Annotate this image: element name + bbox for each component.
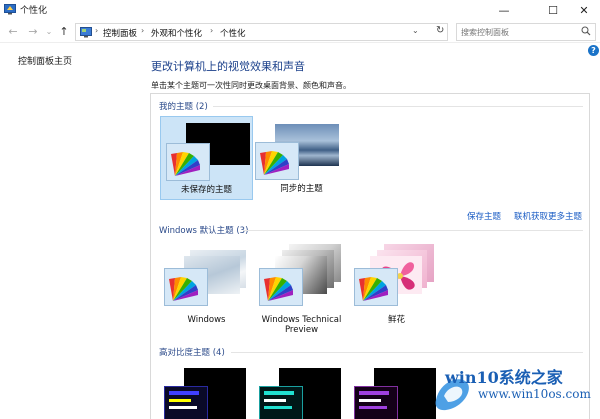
- color-fan-icon: [359, 277, 388, 301]
- watermark-url: www.win10os.com: [478, 387, 591, 401]
- back-button[interactable]: ←: [6, 24, 20, 40]
- theme-tile-high-contrast-3[interactable]: [350, 364, 443, 419]
- help-icon[interactable]: ?: [588, 45, 599, 56]
- page-subtitle: 单击某个主题可一次性同时更改桌面背景、颜色和声音。: [151, 81, 351, 90]
- theme-tile-windows[interactable]: Windows: [160, 242, 253, 332]
- preview-bar: [264, 399, 286, 402]
- color-palette-icon: [259, 268, 303, 306]
- address-dropdown-icon[interactable]: ⌄: [412, 26, 419, 35]
- my-themes-count: (2): [195, 102, 208, 112]
- back-arrow-icon: ←: [8, 25, 18, 38]
- theme-label: 未保存的主题: [180, 185, 232, 195]
- theme-label: 同步的主题: [280, 184, 323, 194]
- preview-bar: [264, 391, 294, 395]
- breadcrumb-control-panel[interactable]: 控制面板: [103, 27, 137, 39]
- close-button[interactable]: ✕: [568, 0, 600, 20]
- search-box[interactable]: [456, 23, 596, 41]
- color-fan-icon: [264, 277, 293, 301]
- section-divider: [243, 230, 583, 231]
- color-palette-icon: [354, 268, 398, 306]
- color-palette-icon: [255, 142, 299, 180]
- address-bar: ← → ⌄ ↑ › 控制面板 › 外观和个性化 › 个性化 ⌄ ↻: [0, 21, 600, 43]
- color-palette-icon: [164, 268, 208, 306]
- control-panel-icon: [80, 27, 92, 38]
- color-fan-icon: [260, 151, 289, 175]
- color-fan-icon: [171, 152, 200, 176]
- preview-bar: [359, 406, 387, 409]
- forward-button[interactable]: →: [26, 24, 40, 40]
- maximize-icon: ☐: [548, 3, 558, 17]
- close-icon: ✕: [579, 3, 589, 17]
- title-bar: 个性化 — ☐ ✕: [0, 0, 600, 20]
- theme-tile-high-contrast-2[interactable]: [255, 364, 348, 419]
- my-themes-heading: 我的主题 (2): [159, 100, 208, 112]
- personalization-app-icon: [4, 4, 16, 15]
- breadcrumb-personalization[interactable]: 个性化: [220, 27, 246, 39]
- minimize-button[interactable]: —: [488, 0, 520, 20]
- recent-locations-button[interactable]: ⌄: [42, 24, 56, 40]
- theme-label-line1: Windows Technical: [261, 315, 342, 325]
- color-palette-icon: [166, 143, 210, 181]
- default-themes-heading: Windows 默认主题 (3): [159, 224, 248, 236]
- maximize-button[interactable]: ☐: [537, 0, 569, 20]
- preview-bar: [359, 391, 389, 395]
- preview-bar: [169, 406, 197, 409]
- get-more-themes-link[interactable]: 联机获取更多主题: [514, 210, 582, 222]
- breadcrumb-separator: ›: [141, 26, 145, 35]
- theme-tile-flowers[interactable]: 鲜花: [350, 242, 443, 332]
- section-divider: [231, 352, 583, 353]
- high-contrast-label: 高对比度主题: [159, 348, 211, 358]
- default-themes-label: Windows 默认主题: [159, 226, 234, 236]
- up-arrow-icon: ↑: [59, 25, 69, 38]
- section-divider: [213, 106, 583, 107]
- theme-tile-high-contrast-1[interactable]: [160, 364, 253, 419]
- preview-bar: [359, 399, 381, 402]
- theme-tile-technical-preview[interactable]: Windows Technical Preview: [255, 242, 348, 336]
- window-title: 个性化: [20, 6, 48, 16]
- color-fan-icon: [169, 277, 198, 301]
- theme-tile-synced[interactable]: 同步的主题: [255, 116, 348, 200]
- save-theme-link[interactable]: 保存主题: [467, 210, 501, 222]
- preview-bar: [264, 406, 292, 409]
- preview-bar: [169, 391, 199, 395]
- page-title: 更改计算机上的视觉效果和声音: [151, 60, 305, 73]
- search-input[interactable]: [461, 26, 579, 38]
- control-panel-home-link[interactable]: 控制面板主页: [18, 54, 72, 67]
- high-contrast-preview: [259, 386, 303, 419]
- theme-tile-unsaved[interactable]: 未保存的主题: [160, 116, 253, 200]
- high-contrast-count: (4): [212, 348, 225, 358]
- watermark-title: win10系统之家: [445, 368, 563, 387]
- minimize-icon: —: [498, 3, 510, 17]
- search-icon: [581, 26, 591, 36]
- forward-arrow-icon: →: [28, 25, 38, 38]
- high-contrast-preview: [354, 386, 398, 419]
- theme-label-line2: Preview: [284, 325, 319, 335]
- high-contrast-heading: 高对比度主题 (4): [159, 346, 225, 358]
- address-field[interactable]: › 控制面板 › 外观和个性化 › 个性化: [75, 23, 448, 41]
- default-themes-count: (3): [236, 226, 249, 236]
- theme-label: Windows: [187, 315, 226, 325]
- preview-bar: [169, 399, 191, 402]
- breadcrumb-separator: ›: [210, 26, 214, 35]
- theme-label: 鲜花: [387, 315, 405, 325]
- breadcrumb-appearance[interactable]: 外观和个性化: [151, 27, 202, 39]
- refresh-icon[interactable]: ↻: [436, 25, 444, 36]
- up-button[interactable]: ↑: [57, 24, 71, 40]
- high-contrast-preview: [164, 386, 208, 419]
- my-themes-label: 我的主题: [159, 102, 194, 112]
- chevron-down-icon: ⌄: [45, 27, 53, 36]
- breadcrumb-separator: ›: [95, 26, 99, 35]
